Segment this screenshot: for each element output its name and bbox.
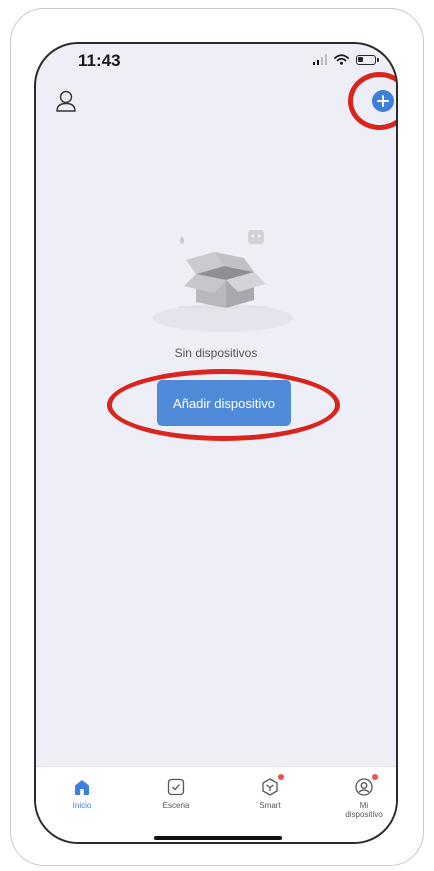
tab-inicio[interactable]: Inicio — [46, 775, 118, 810]
tab-mi-dispositivo[interactable]: Mi dispositivo — [328, 774, 396, 820]
add-device-plus-button[interactable] — [372, 90, 394, 112]
tab-label: Inicio — [72, 801, 92, 810]
notification-dot — [372, 774, 378, 780]
plus-icon — [377, 95, 389, 107]
profile-icon — [355, 778, 373, 796]
person-icon[interactable] — [54, 88, 78, 114]
bottom-tab-bar: Inicio Escena Smart Mi dispositivo — [36, 766, 396, 842]
smart-icon — [262, 778, 278, 796]
tab-label: Escena — [162, 801, 190, 810]
empty-state-message: Sin dispositivos — [174, 346, 258, 360]
empty-box-icon — [148, 222, 298, 332]
tab-label: Mi dispositivo — [345, 801, 383, 820]
status-bar: 11:43 — [36, 44, 396, 78]
status-icons — [312, 54, 379, 65]
status-time: 11:43 — [78, 51, 121, 70]
phone-screen: 11:43 Sin dispositivos Añadir dispositiv… — [34, 42, 398, 844]
tab-label: Smart — [259, 801, 281, 810]
battery-icon — [356, 54, 379, 65]
signal-icon — [312, 54, 327, 65]
home-icon — [75, 780, 89, 795]
notification-dot — [278, 774, 284, 780]
add-device-button[interactable]: Añadir dispositivo — [157, 380, 291, 426]
tab-escena[interactable]: Escena — [140, 775, 212, 810]
battery-fill — [358, 56, 363, 62]
tab-smart[interactable]: Smart — [234, 774, 306, 810]
home-indicator — [154, 836, 282, 840]
wifi-icon — [334, 54, 349, 65]
checkbox-icon — [167, 778, 185, 796]
